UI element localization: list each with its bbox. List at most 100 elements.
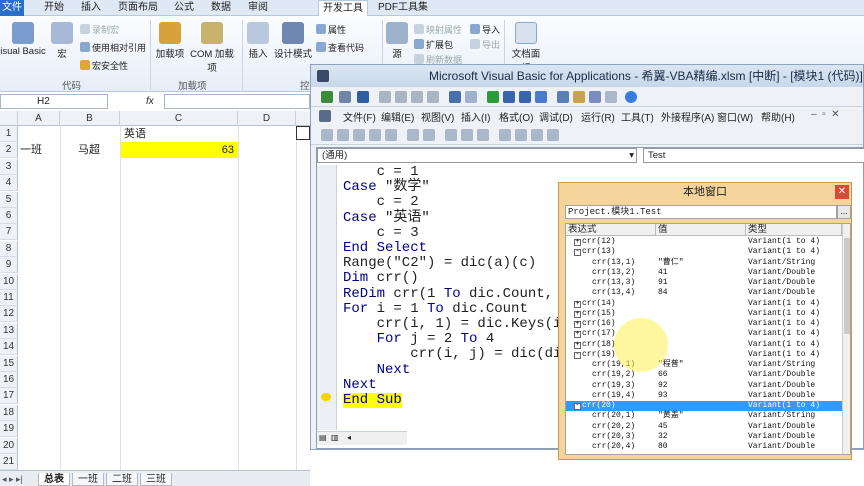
locals-row[interactable]: crr(20,3) 32 Variant/Double — [566, 432, 842, 442]
locals-row[interactable]: + crr(14) Variant(1 to 4) — [566, 299, 842, 309]
locals-row[interactable]: crr(19,4) 93 Variant/Double — [566, 391, 842, 401]
sheet-tab-class3[interactable]: 三班 — [140, 473, 172, 486]
paste-icon[interactable] — [411, 91, 423, 103]
help-icon[interactable] — [625, 91, 637, 103]
expand-icon[interactable]: + — [574, 300, 581, 308]
copy-icon[interactable] — [395, 91, 407, 103]
header-type[interactable]: 类型 — [746, 224, 842, 236]
row-header[interactable]: 19 — [0, 421, 18, 438]
locals-row[interactable]: + crr(12) Variant(1 to 4) — [566, 237, 842, 247]
list-properties-icon[interactable] — [321, 129, 333, 141]
menu-insert[interactable]: 插入(I) — [461, 109, 490, 124]
project-explorer-icon[interactable] — [557, 91, 569, 103]
column-header-a[interactable]: A — [18, 111, 60, 126]
xml-source-button[interactable]: 源 — [386, 22, 408, 60]
row-header[interactable]: 1 — [0, 126, 18, 142]
tab-data[interactable]: 数据 — [207, 0, 235, 16]
tab-insert[interactable]: 插入 — [77, 0, 105, 16]
collapse-icon[interactable]: - — [574, 403, 581, 410]
row-header[interactable]: 4 — [0, 175, 18, 192]
vertical-scrollbar[interactable] — [842, 224, 850, 454]
column-header-d[interactable]: D — [238, 111, 296, 126]
row-header[interactable]: 16 — [0, 372, 18, 388]
undo-icon[interactable] — [449, 91, 461, 103]
macros-button[interactable]: 宏 — [50, 22, 74, 60]
scroll-thumb[interactable] — [844, 238, 850, 334]
tab-pdf-tools[interactable]: PDF工具集 — [374, 0, 432, 16]
locals-row[interactable]: crr(19,1) "程普" Variant/String — [566, 360, 842, 370]
run-icon[interactable] — [487, 91, 499, 103]
reset-icon[interactable] — [519, 91, 531, 103]
locals-value[interactable]: 93 — [658, 391, 668, 401]
locals-row[interactable]: crr(13,4) 84 Variant/Double — [566, 288, 842, 298]
module-view-icon[interactable]: ▥ — [331, 433, 339, 442]
menu-addins[interactable]: 外接程序(A) — [661, 109, 714, 124]
object-dropdown[interactable]: (通用) ▾ — [317, 148, 637, 163]
menu-run[interactable]: 运行(R) — [581, 109, 615, 124]
expand-icon[interactable]: + — [574, 341, 581, 349]
break-icon[interactable] — [503, 91, 515, 103]
column-header-c[interactable]: C — [120, 111, 238, 126]
locals-value[interactable]: 91 — [658, 278, 668, 288]
locals-row[interactable]: - crr(20) Variant(1 to 4) — [566, 401, 842, 412]
com-addins-button[interactable]: COM 加载项 — [186, 22, 238, 74]
fx-icon[interactable]: fx — [146, 94, 162, 109]
cell-a2[interactable]: 一班 — [20, 142, 60, 158]
call-stack-button[interactable]: ... — [837, 205, 851, 219]
procedure-view-icon[interactable]: ▤ — [319, 433, 327, 442]
find-icon[interactable] — [427, 91, 439, 103]
menu-view[interactable]: 视图(V) — [421, 109, 454, 124]
expansion-packs-button[interactable]: 扩展包 — [414, 38, 453, 51]
procedure-dropdown[interactable]: Test — [643, 148, 864, 163]
row-header[interactable]: 7 — [0, 224, 18, 241]
redo-icon[interactable] — [465, 91, 477, 103]
name-box[interactable]: H2 — [0, 94, 108, 109]
locals-row[interactable]: - crr(13) Variant(1 to 4) — [566, 247, 842, 257]
design-mode-icon[interactable] — [535, 91, 547, 103]
locals-row[interactable]: crr(13,1) "曹仁" Variant/String — [566, 258, 842, 268]
row-header[interactable]: 21 — [0, 454, 18, 470]
locals-row[interactable]: crr(20,2) 45 Variant/Double — [566, 422, 842, 432]
row-header[interactable]: 20 — [0, 437, 18, 454]
collapse-icon[interactable]: - — [574, 351, 581, 359]
menu-window[interactable]: 窗口(W) — [717, 109, 753, 124]
horizontal-scrollbar[interactable]: ▤ ▥ ◂ — [317, 431, 407, 445]
design-mode-button[interactable]: 设计模式 — [274, 22, 312, 60]
next-bookmark-icon[interactable] — [515, 129, 527, 141]
parameter-info-icon[interactable] — [369, 129, 381, 141]
locals-value[interactable]: 32 — [658, 432, 668, 442]
tab-review[interactable]: 审阅 — [244, 0, 272, 16]
properties-button[interactable]: 属性 — [316, 23, 346, 36]
expand-icon[interactable]: + — [574, 331, 581, 339]
code-margin[interactable] — [317, 165, 337, 430]
insert-module-icon[interactable] — [339, 91, 351, 103]
row-header[interactable]: 5 — [0, 191, 18, 208]
row-header[interactable]: 9 — [0, 257, 18, 274]
code-line[interactable]: c = 1 — [343, 165, 863, 180]
toolbox-icon[interactable] — [605, 91, 617, 103]
header-value[interactable]: 值 — [656, 224, 746, 236]
menu-help[interactable]: 帮助(H) — [761, 109, 795, 124]
macro-security-button[interactable]: 宏安全性 — [80, 59, 128, 72]
cut-icon[interactable] — [379, 91, 391, 103]
object-browser-icon[interactable] — [589, 91, 601, 103]
active-cell[interactable] — [296, 126, 310, 140]
clear-bookmarks-icon[interactable] — [547, 129, 559, 141]
excel-view-icon[interactable] — [321, 91, 333, 103]
row-header[interactable]: 11 — [0, 290, 18, 306]
expand-icon[interactable]: + — [574, 239, 581, 246]
locals-row[interactable]: - crr(19) Variant(1 to 4) — [566, 350, 842, 360]
export-button[interactable]: 导出 — [470, 38, 500, 51]
collapse-icon[interactable]: - — [574, 249, 581, 257]
row-header[interactable]: 3 — [0, 158, 18, 175]
row-header[interactable]: 18 — [0, 404, 18, 421]
tab-developer[interactable]: 开发工具 — [318, 0, 368, 16]
row-header[interactable]: 15 — [0, 355, 18, 372]
locals-value[interactable]: 84 — [658, 288, 668, 298]
sheet-tab-summary[interactable]: 总表 — [38, 473, 70, 486]
locals-value[interactable]: "黄盖" — [658, 411, 684, 421]
tab-page-layout[interactable]: 页面布局 — [114, 0, 162, 16]
cell-c1[interactable]: 英语 — [124, 126, 236, 142]
locals-value[interactable]: "曹仁" — [658, 258, 684, 268]
toggle-breakpoint-icon[interactable] — [445, 129, 457, 141]
